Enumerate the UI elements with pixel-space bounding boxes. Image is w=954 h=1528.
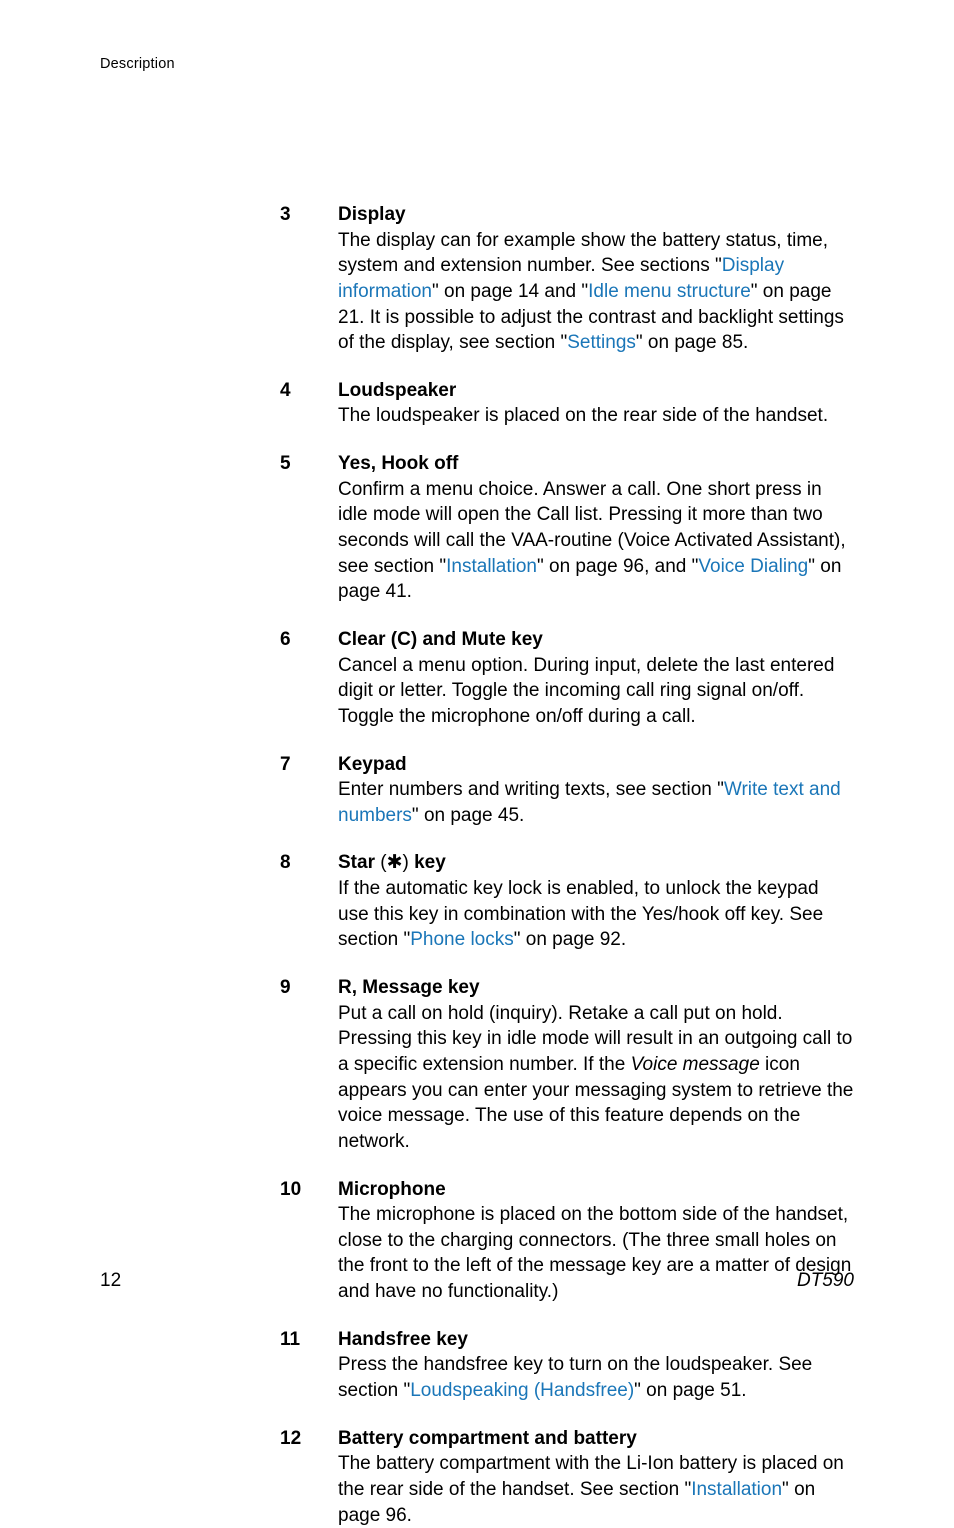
cross-reference-link[interactable]: Loudspeaking (Handsfree): [410, 1380, 634, 1401]
body-text: " on page 92.: [514, 929, 626, 950]
list-item: 4Loudspeaker The loudspeaker is placed on…: [280, 378, 854, 429]
item-number: 9: [280, 975, 338, 1154]
item-title: Keypad: [338, 754, 407, 775]
cross-reference-link[interactable]: Voice Dialing: [698, 556, 808, 577]
model-label: DT590: [797, 1270, 854, 1292]
item-number: 5: [280, 451, 338, 605]
cross-reference-link[interactable]: Settings: [567, 332, 636, 353]
cross-reference-link[interactable]: Installation: [691, 1479, 782, 1500]
list-item: 9R, Message keyPut a call on hold (inqui…: [280, 975, 854, 1154]
item-title: Microphone: [338, 1179, 446, 1200]
body-text: " on page 14 and ": [432, 281, 588, 302]
list-item: 11Handsfree keyPress the handsfree key t…: [280, 1327, 854, 1404]
cross-reference-link[interactable]: Idle menu structure: [588, 281, 751, 302]
item-title: Clear (C) and Mute key: [338, 629, 543, 650]
item-number: 6: [280, 627, 338, 730]
description-list: 3DisplayThe display can for example show…: [280, 202, 854, 1528]
cross-reference-link[interactable]: Phone locks: [410, 929, 514, 950]
item-body: Yes, Hook offConfirm a menu choice. Answ…: [338, 451, 854, 605]
item-body: Star (✱) keyIf the automatic key lock is…: [338, 850, 854, 953]
item-number: 12: [280, 1426, 338, 1528]
item-body: Loudspeaker The loudspeaker is placed on …: [338, 378, 854, 429]
body-text: The loudspeaker is placed on the rear si…: [338, 405, 828, 426]
running-header: Description: [100, 56, 854, 72]
star-icon: ✱: [387, 852, 403, 873]
item-body: R, Message keyPut a call on hold (inquir…: [338, 975, 854, 1154]
item-number: 4: [280, 378, 338, 429]
list-item: 6Clear (C) and Mute key Cancel a menu opt…: [280, 627, 854, 730]
item-title: Display: [338, 204, 406, 225]
body-text: " on page 51.: [634, 1380, 746, 1401]
title-segment: key: [409, 852, 446, 873]
list-item: 7Keypad Enter numbers and writing texts, …: [280, 752, 854, 829]
item-title: Loudspeaker: [338, 380, 456, 401]
item-body: Battery compartment and batteryThe batte…: [338, 1426, 854, 1528]
body-text: " on page 96, and ": [537, 556, 698, 577]
list-item: 12Battery compartment and batteryThe bat…: [280, 1426, 854, 1528]
item-number: 8: [280, 850, 338, 953]
list-item: 8Star (✱) keyIf the automatic key lock i…: [280, 850, 854, 953]
title-segment: Star: [338, 852, 380, 873]
item-body: Clear (C) and Mute key Cancel a menu opti…: [338, 627, 854, 730]
item-body: Keypad Enter numbers and writing texts, s…: [338, 752, 854, 829]
item-title: Yes, Hook off: [338, 453, 458, 474]
body-text: " on page 45.: [412, 805, 524, 826]
item-body: Handsfree keyPress the handsfree key to …: [338, 1327, 854, 1404]
cross-reference-link[interactable]: Installation: [446, 556, 537, 577]
body-text: " on page 85.: [636, 332, 748, 353]
item-title: Star (✱) key: [338, 852, 446, 873]
item-title: Handsfree key: [338, 1329, 468, 1350]
item-body: DisplayThe display can for example show …: [338, 202, 854, 356]
item-number: 3: [280, 202, 338, 356]
body-text: Voice message: [631, 1054, 760, 1075]
item-number: 11: [280, 1327, 338, 1404]
list-item: 5Yes, Hook offConfirm a menu choice. Ans…: [280, 451, 854, 605]
body-text: Cancel a menu option. During input, dele…: [338, 655, 834, 727]
list-item: 3DisplayThe display can for example show…: [280, 202, 854, 356]
page-footer: 12 DT590: [100, 1270, 854, 1292]
item-title: R, Message key: [338, 977, 480, 998]
page-number: 12: [100, 1270, 121, 1292]
body-text: Enter numbers and writing texts, see sec…: [338, 779, 724, 800]
item-number: 7: [280, 752, 338, 829]
item-title: Battery compartment and battery: [338, 1428, 637, 1449]
